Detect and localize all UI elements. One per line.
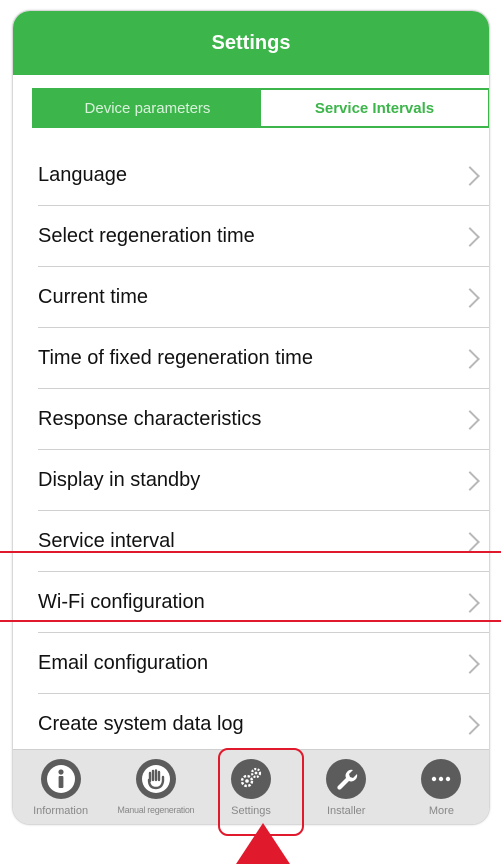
chevron-right-icon <box>460 165 480 186</box>
tab-manual-regeneration[interactable]: Manual regeneration <box>108 750 203 824</box>
chevron-right-icon <box>460 470 480 491</box>
list-item-wifi-configuration[interactable]: Wi-Fi configuration <box>13 572 489 633</box>
bottom-tab-bar: Information Manual regeneration Settings… <box>13 749 489 824</box>
chevron-right-icon <box>460 653 480 674</box>
segmented-control: Device parameters Service Intervals <box>32 88 489 128</box>
list-item-language[interactable]: Language <box>13 145 489 206</box>
page-title: Settings <box>13 11 489 75</box>
info-icon <box>40 759 81 799</box>
tab-label: Settings <box>231 805 271 817</box>
list-item-label: Select regeneration time <box>38 225 255 247</box>
tab-installer[interactable]: Installer <box>299 750 394 824</box>
tab-label: Manual regeneration <box>117 805 195 815</box>
list-item-service-interval[interactable]: Service interval <box>13 511 489 572</box>
list-item-label: Wi-Fi configuration <box>38 591 205 613</box>
pointer-arrow <box>236 823 290 864</box>
list-item-regeneration-time[interactable]: Select regeneration time <box>13 206 489 267</box>
wrench-icon <box>326 759 367 799</box>
list-item-label: Service interval <box>38 530 175 552</box>
tab-settings[interactable]: Settings <box>203 750 298 824</box>
tab-more[interactable]: More <box>394 750 489 824</box>
tab-service-intervals[interactable]: Service Intervals <box>261 90 488 126</box>
segment-bar: Device parameters Service Intervals <box>13 75 489 145</box>
chevron-right-icon <box>460 714 480 735</box>
chevron-right-icon <box>460 287 480 308</box>
tab-label: Information <box>33 805 89 817</box>
tab-label: More <box>428 805 454 817</box>
list-item-label: Create system data log <box>38 713 244 735</box>
list-item-display-standby[interactable]: Display in standby <box>13 450 489 511</box>
list-item-label: Language <box>38 164 127 186</box>
gear-icon <box>231 759 271 799</box>
list-item-current-time[interactable]: Current time <box>13 267 489 328</box>
tab-label: Installer <box>326 805 366 817</box>
tab-device-parameters[interactable]: Device parameters <box>34 90 261 126</box>
more-icon <box>421 759 462 799</box>
list-item-label: Response characteristics <box>38 408 262 430</box>
list-item-label: Current time <box>38 286 149 308</box>
list-item-label: Time of fixed regeneration time <box>38 347 313 369</box>
hand-icon <box>135 759 176 799</box>
chevron-right-icon <box>460 226 480 247</box>
list-item-label: Email configuration <box>38 652 209 674</box>
list-item-response-characteristics[interactable]: Response characteristics <box>13 389 489 450</box>
settings-list: Language Select regeneration time Curren… <box>13 145 489 755</box>
chevron-right-icon <box>460 409 480 430</box>
chevron-right-icon <box>460 531 480 552</box>
tab-information[interactable]: Information <box>13 750 108 824</box>
list-item-fixed-regeneration-time[interactable]: Time of fixed regeneration time <box>13 328 489 389</box>
list-item-email-configuration[interactable]: Email configuration <box>13 633 489 694</box>
chevron-right-icon <box>460 348 480 369</box>
list-item-label: Display in standby <box>38 469 201 491</box>
chevron-right-icon <box>460 592 480 613</box>
phone-screen: Settings Device parameters Service Inter… <box>12 10 490 825</box>
list-item-system-data-log[interactable]: Create system data log <box>13 694 489 755</box>
